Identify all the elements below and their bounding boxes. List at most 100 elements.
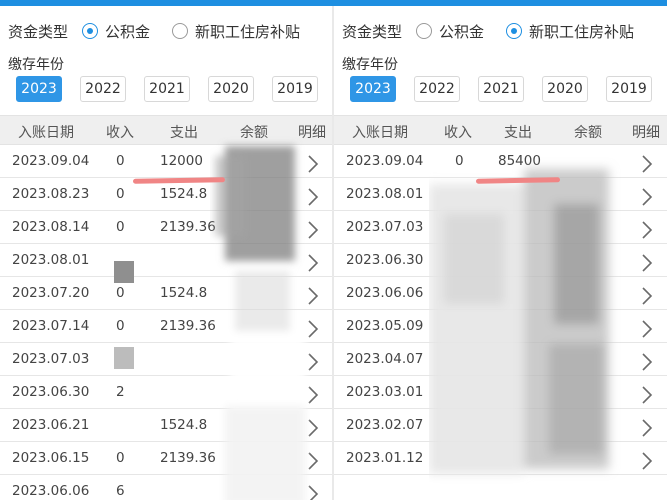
chevron-right-icon[interactable]: [306, 318, 320, 340]
row-income: 0: [116, 450, 125, 466]
row-date: 2023.08.23: [12, 186, 90, 202]
row-date: 2023.06.21: [12, 417, 90, 433]
radio-button-icon: [82, 23, 99, 39]
table-row[interactable]: 2023.06.30: [334, 244, 667, 277]
year-button-2020[interactable]: 2020: [208, 76, 254, 102]
row-date: 2023.06.15: [12, 450, 90, 466]
chevron-right-icon[interactable]: [306, 384, 320, 406]
chevron-right-icon[interactable]: [640, 219, 654, 241]
column-balance: 余额: [574, 125, 602, 141]
table-row[interactable]: 2023.05.09: [334, 310, 667, 343]
table-row[interactable]: 2023.07.14 0 2139.36: [0, 310, 332, 343]
chevron-right-icon[interactable]: [640, 417, 654, 439]
column-expense: 支出: [170, 125, 198, 141]
row-date: 2023.06.06: [12, 483, 90, 499]
row-income: 0: [116, 153, 125, 169]
redaction-block: [114, 347, 134, 369]
row-date: 2023.07.03: [12, 351, 90, 367]
year-selector: 2023 2022 2021 2020 2019: [350, 76, 667, 102]
chevron-right-icon[interactable]: [640, 153, 654, 175]
chevron-right-icon[interactable]: [306, 285, 320, 307]
column-date: 入账日期: [18, 125, 74, 141]
table-row[interactable]: 2023.06.21 1524.8: [0, 409, 332, 442]
table-row[interactable]: 2023.08.01: [0, 244, 332, 277]
row-date: 2023.04.07: [346, 351, 424, 367]
chevron-right-icon[interactable]: [306, 351, 320, 373]
row-income: 2: [116, 384, 125, 400]
table-row[interactable]: 2023.09.04 0 85400: [334, 145, 667, 178]
table-row[interactable]: 2023.06.30 2: [0, 376, 332, 409]
table-row[interactable]: 2023.04.07: [334, 343, 667, 376]
column-expense: 支出: [504, 125, 532, 141]
radio-provident-fund[interactable]: 公积金: [82, 21, 150, 42]
column-income: 收入: [106, 125, 134, 141]
transaction-list: 2023.09.04 0 85400 2023.08.01 2023.07.03 2023…: [334, 145, 667, 475]
radio-button-icon: [172, 23, 189, 39]
table-row[interactable]: 2023.07.03: [0, 343, 332, 376]
radio-housing-subsidy[interactable]: 新职工住房补贴: [506, 21, 634, 42]
year-button-2019[interactable]: 2019: [606, 76, 652, 102]
chevron-right-icon[interactable]: [306, 417, 320, 439]
fund-type-label: 资金类型: [8, 22, 69, 41]
year-button-2022[interactable]: 2022: [80, 76, 126, 102]
row-expense: 1524.8: [160, 285, 208, 301]
table-row[interactable]: 2023.09.04 0 12000: [0, 145, 332, 178]
table-row[interactable]: 2023.06.15 0 2139.36: [0, 442, 332, 475]
radio-label: 公积金: [439, 22, 485, 41]
row-date: 2023.07.20: [12, 285, 90, 301]
chevron-right-icon[interactable]: [640, 450, 654, 472]
row-expense: 2139.36: [160, 219, 216, 235]
row-date: 2023.07.14: [12, 318, 90, 334]
row-date: 2023.01.12: [346, 450, 424, 466]
row-date: 2023.05.09: [346, 318, 424, 334]
radio-provident-fund[interactable]: 公积金: [416, 21, 484, 42]
row-date: 2023.03.01: [346, 384, 424, 400]
deposit-year-label: 缴存年份: [342, 57, 398, 73]
transaction-list: 2023.09.04 0 12000 2023.08.23 0 1524.8 2023.08…: [0, 145, 332, 500]
year-button-2023[interactable]: 2023: [16, 76, 62, 102]
chevron-right-icon[interactable]: [306, 153, 320, 175]
redaction-block: [114, 261, 134, 283]
row-date: 2023.08.14: [12, 219, 90, 235]
row-date: 2023.02.07: [346, 417, 424, 433]
chevron-right-icon[interactable]: [640, 252, 654, 274]
year-button-2021[interactable]: 2021: [478, 76, 524, 102]
row-date: 2023.06.06: [346, 285, 424, 301]
table-row[interactable]: 2023.07.20 0 1524.8: [0, 277, 332, 310]
chevron-right-icon[interactable]: [306, 450, 320, 472]
table-row[interactable]: 2023.07.03: [334, 211, 667, 244]
table-row[interactable]: 2023.03.01: [334, 376, 667, 409]
chevron-right-icon[interactable]: [640, 285, 654, 307]
chevron-right-icon[interactable]: [640, 318, 654, 340]
chevron-right-icon[interactable]: [306, 219, 320, 241]
chevron-right-icon[interactable]: [640, 384, 654, 406]
column-income: 收入: [444, 125, 472, 141]
table-row[interactable]: 2023.01.12: [334, 442, 667, 475]
fund-type-row: 资金类型 公积金 新职工住房补贴: [342, 20, 656, 42]
row-date: 2023.08.01: [346, 186, 424, 202]
year-button-2023[interactable]: 2023: [350, 76, 396, 102]
fund-type-label: 资金类型: [342, 22, 403, 41]
year-button-2020[interactable]: 2020: [542, 76, 588, 102]
row-expense: 85400: [498, 153, 541, 169]
table-header: 入账日期 收入 支出 余额 明细: [0, 115, 332, 145]
year-selector: 2023 2022 2021 2020 2019: [16, 76, 332, 102]
table-row[interactable]: 2023.02.07: [334, 409, 667, 442]
row-income: 0: [116, 186, 125, 202]
table-row[interactable]: 2023.06.06: [334, 277, 667, 310]
year-button-2022[interactable]: 2022: [414, 76, 460, 102]
year-button-2019[interactable]: 2019: [272, 76, 318, 102]
column-detail: 明细: [632, 125, 660, 141]
right-panel: 资金类型 公积金 新职工住房补贴 缴存年份 2023 2022 2021 202…: [334, 6, 667, 500]
table-row[interactable]: 2023.08.14 0 2139.36: [0, 211, 332, 244]
chevron-right-icon[interactable]: [306, 186, 320, 208]
table-row[interactable]: 2023.06.06 6: [0, 475, 332, 500]
chevron-right-icon[interactable]: [640, 351, 654, 373]
radio-button-icon: [416, 23, 433, 39]
chevron-right-icon[interactable]: [306, 252, 320, 274]
year-button-2021[interactable]: 2021: [144, 76, 190, 102]
chevron-right-icon[interactable]: [640, 186, 654, 208]
radio-housing-subsidy[interactable]: 新职工住房补贴: [172, 21, 300, 42]
row-expense: 2139.36: [160, 450, 216, 466]
chevron-right-icon[interactable]: [306, 483, 320, 500]
